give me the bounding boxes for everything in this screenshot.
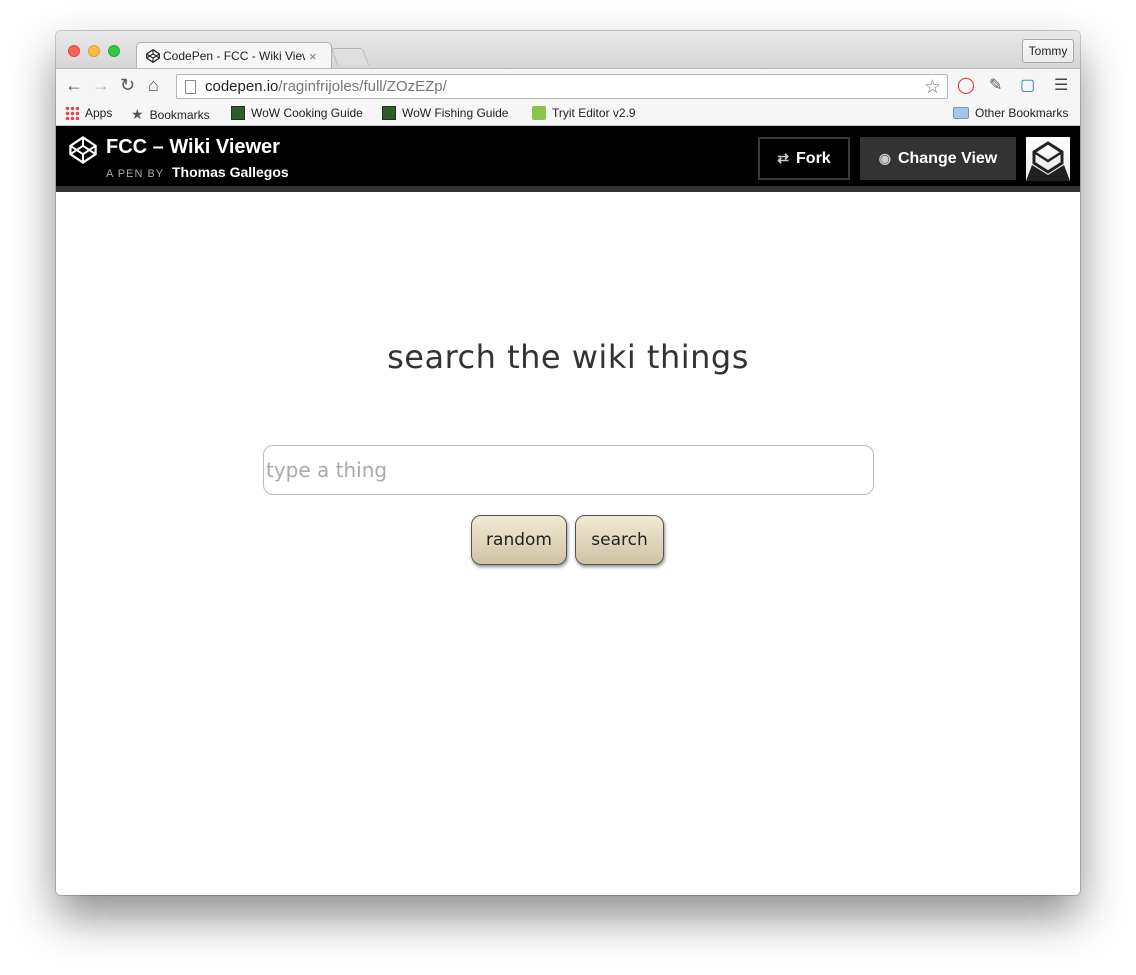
user-avatar[interactable] [1026,137,1070,181]
opera-extension-icon[interactable]: ◯ [957,76,975,96]
bookmark-wow-cooking[interactable]: WoW Cooking Guide [231,106,363,120]
bookmark-other[interactable]: Other Bookmarks [953,106,1068,120]
zoom-window-button[interactable] [108,45,120,57]
eye-icon: ◉ [878,150,891,166]
pen-byline: A PEN BY Thomas Gallegos [106,164,289,180]
bookmark-label: Apps [85,106,113,120]
pen-title: FCC – Wiki Viewer [106,136,280,158]
url-path: /raginfrijoles/full/ZOzEZp/ [278,78,447,95]
change-view-button[interactable]: ◉ Change View [860,137,1016,180]
fork-icon: ⇄ [777,150,790,166]
address-bar[interactable]: codepen.io/raginfrijoles/full/ZOzEZp/ ☆ [176,74,948,99]
bookmark-apps[interactable]: Apps [65,106,112,120]
screen-capture-icon[interactable]: ▢ [1020,76,1035,96]
codepen-favicon-icon [146,49,160,63]
fork-label: Fork [796,149,831,167]
bookmark-label: Other Bookmarks [975,106,1069,120]
wow-icon [382,106,396,120]
reload-icon[interactable]: ↻ [120,76,135,94]
minimize-window-button[interactable] [88,45,100,57]
star-icon: ★ [131,106,144,122]
tryit-icon [532,106,546,120]
bookmarks-bar: Apps ★ Bookmarks WoW Cooking Guide WoW F… [56,102,1080,126]
close-window-button[interactable] [68,45,80,57]
pen-author-link[interactable]: Thomas Gallegos [172,164,289,180]
url-host: codepen.io [205,78,279,95]
bookmark-bookmarks[interactable]: ★ Bookmarks [131,106,210,123]
tab-close-icon[interactable]: × [309,49,317,64]
change-view-label: Change View [897,149,998,167]
bookmark-wow-fishing[interactable]: WoW Fishing Guide [382,106,508,120]
random-button[interactable]: random [471,515,567,565]
home-icon[interactable]: ⌂ [148,76,159,94]
profile-button[interactable]: Tommy [1022,39,1074,63]
eyedropper-extension-icon[interactable]: ✎ [989,76,1002,96]
bookmark-label: WoW Fishing Guide [402,106,509,120]
tab-strip: CodePen - FCC - Wiki Viewer × Tommy [56,31,1080,69]
browser-tab[interactable]: CodePen - FCC - Wiki Viewer × [136,42,332,69]
back-arrow-icon[interactable]: ← [65,76,83,94]
wow-icon [231,106,245,120]
search-input[interactable] [263,445,874,495]
bookmark-label: Bookmarks [149,107,210,122]
page-icon [185,79,196,94]
bookmark-label: WoW Cooking Guide [251,106,363,120]
browser-toolbar: ← → ↻ ⌂ codepen.io/raginfrijoles/full/ZO… [56,68,1080,102]
tab-title: CodePen - FCC - Wiki Viewer [163,49,305,63]
folder-icon [953,107,969,119]
codepen-avatar-icon [1026,141,1070,181]
forward-arrow-icon[interactable]: → [92,76,110,94]
fork-button[interactable]: ⇄ Fork [758,137,850,180]
bookmark-tryit[interactable]: Tryit Editor v2.9 [532,106,636,120]
apps-grid-icon [65,106,79,120]
search-button[interactable]: search [575,515,664,565]
page-heading: search the wiki things [387,338,749,376]
page-content: search the wiki things random search [56,198,1080,895]
bookmark-label: Tryit Editor v2.9 [552,106,636,120]
browser-window: CodePen - FCC - Wiki Viewer × Tommy ← → … [56,31,1080,895]
bookmark-star-icon[interactable]: ☆ [924,76,941,99]
codepen-logo-icon[interactable] [69,136,97,164]
byline-prefix: A PEN BY [106,168,164,180]
codepen-header: FCC – Wiki Viewer A PEN BY Thomas Galleg… [56,126,1080,192]
menu-icon[interactable]: ☰ [1054,76,1068,96]
new-tab-button[interactable] [330,48,370,65]
